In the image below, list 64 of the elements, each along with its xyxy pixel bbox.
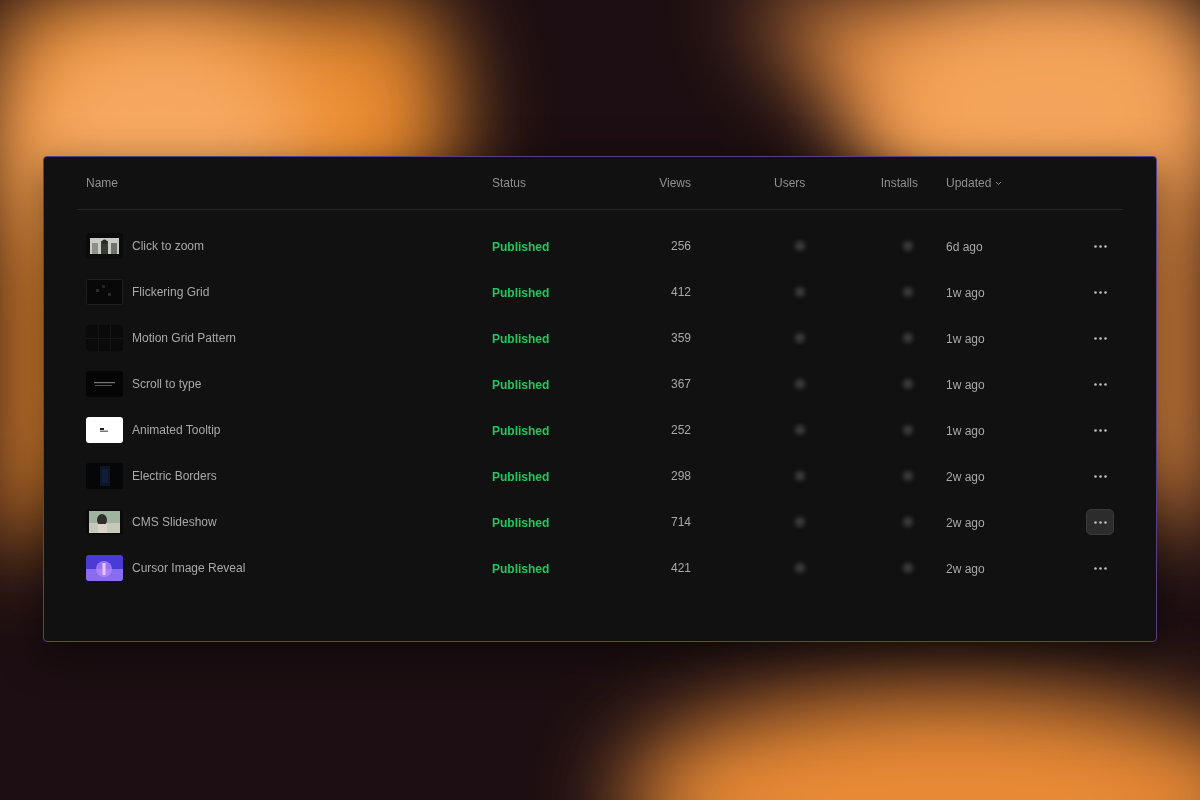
updated-time: 6d ago [946, 240, 983, 254]
status-text: Published [492, 562, 550, 576]
column-header: Users [774, 176, 806, 190]
more-icon [1093, 520, 1107, 524]
blurred-value [795, 471, 805, 481]
item-name: Motion Grid Pattern [132, 331, 237, 345]
blurred-value [903, 379, 913, 389]
views-count: 421 [670, 561, 691, 575]
status-text: Published [492, 516, 550, 530]
column-header: Views [659, 176, 691, 190]
more-icon [1093, 336, 1107, 340]
status-text: Published [492, 378, 550, 392]
status-text: Published [492, 332, 550, 346]
blurred-value [903, 563, 913, 573]
item-name: Flickering Grid [132, 285, 210, 299]
views-count: 359 [670, 331, 691, 345]
column-header: Name [86, 176, 118, 190]
views-count: 298 [670, 469, 691, 483]
blurred-value [795, 517, 805, 527]
updated-time: 1w ago [946, 378, 985, 392]
more-icon [1093, 382, 1107, 386]
item-name: Animated Tooltip [132, 423, 221, 437]
more-icon [1093, 428, 1107, 432]
views-count: 714 [670, 515, 691, 529]
blurred-value [903, 517, 913, 527]
blurred-value [795, 379, 805, 389]
item-name: Click to zoom [132, 239, 205, 253]
item-name: Cursor Image Reveal [132, 561, 246, 575]
more-icon [1093, 290, 1107, 294]
item-name: CMS Slideshow [132, 515, 217, 529]
status-text: Published [492, 240, 550, 254]
blurred-value [903, 287, 913, 297]
status-text: Published [492, 424, 550, 438]
more-button[interactable] [1086, 509, 1114, 535]
blurred-value [795, 333, 805, 343]
status-text: Published [492, 470, 550, 484]
column-header: Installs [880, 176, 918, 190]
views-count: 256 [670, 239, 691, 253]
blurred-value [795, 563, 805, 573]
more-icon [1093, 244, 1107, 248]
blurred-value [795, 287, 805, 297]
chevron-down-icon [995, 180, 1003, 186]
blurred-value [795, 241, 805, 251]
updated-time: 2w ago [946, 470, 985, 484]
status-text: Published [492, 286, 550, 300]
updated-time: 2w ago [946, 516, 985, 530]
blurred-value [903, 425, 913, 435]
updated-time: 1w ago [946, 332, 985, 346]
item-name: Electric Borders [132, 469, 217, 483]
blurred-value [903, 471, 913, 481]
views-count: 252 [670, 423, 691, 437]
views-count: 412 [670, 285, 691, 299]
updated-time: 1w ago [946, 424, 985, 438]
blurred-value [903, 241, 913, 251]
column-header: Status [492, 176, 527, 190]
more-icon [1093, 474, 1107, 478]
updated-time: 2w ago [946, 562, 985, 576]
column-header[interactable]: Updated [946, 176, 1003, 190]
more-icon [1093, 566, 1107, 570]
item-name: Scroll to type [132, 377, 202, 391]
views-count: 367 [670, 377, 691, 391]
updated-time: 1w ago [946, 286, 985, 300]
blurred-value [795, 425, 805, 435]
blurred-value [903, 333, 913, 343]
